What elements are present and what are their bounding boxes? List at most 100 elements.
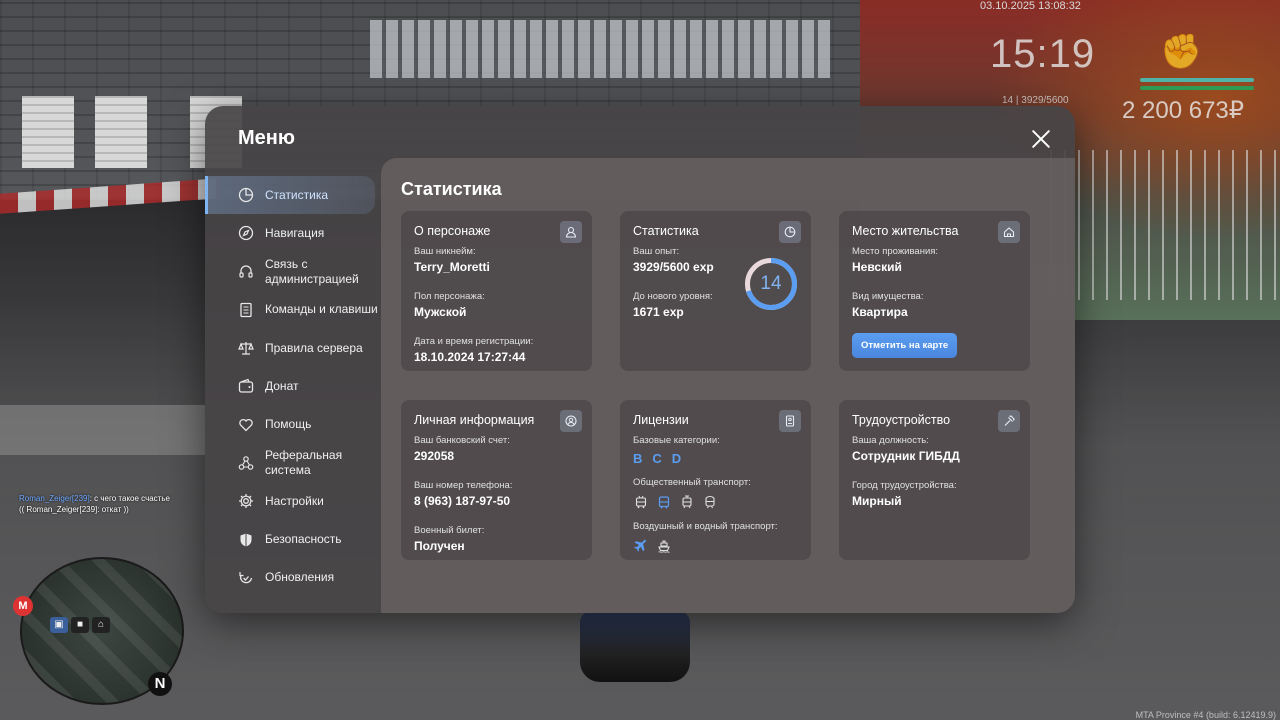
field-label: Вид имущества: <box>852 291 924 302</box>
close-icon[interactable] <box>1029 127 1053 151</box>
field-label: Военный билет: <box>414 525 485 536</box>
menu-sidebar: Статистика Навигация Связь с администрац… <box>205 176 381 597</box>
background-fence <box>1050 150 1280 300</box>
field-label: Пол персонажа: <box>414 291 485 302</box>
sidebar-item-commands[interactable]: Команды и клавиши <box>205 291 381 329</box>
sidebar-item-help[interactable]: Помощь <box>205 406 381 444</box>
background-windows <box>370 20 830 78</box>
chat-log: Roman_Zeiger[239]: с чего такое счастье … <box>19 493 170 515</box>
field-label: Общественный транспорт: <box>633 477 751 488</box>
field-label: Ваш номер телефона: <box>414 480 513 491</box>
card-title: О персонаже <box>414 224 491 238</box>
job-city-value: Мирный <box>852 494 902 508</box>
field-label: Базовые категории: <box>633 435 720 446</box>
sidebar-item-admin-contact[interactable]: Связь с администрацией <box>205 253 381 291</box>
card-employment: Трудоустройство Ваша должность: Сотрудни… <box>839 400 1030 560</box>
sidebar-item-navigation[interactable]: Навигация <box>205 214 381 252</box>
hud-armor-bar <box>1140 86 1254 90</box>
player-marker-icon: ▣ <box>50 617 68 633</box>
chat-line: (( Roman_Zeiger[239]: откат )) <box>19 504 170 515</box>
sidebar-item-settings[interactable]: Настройки <box>205 482 381 520</box>
heart-hands-icon <box>238 417 254 433</box>
gear-icon <box>238 493 254 509</box>
metro-icon: M <box>13 596 33 616</box>
bank-account-value: 292058 <box>414 449 455 463</box>
license-categories: B C D <box>633 451 798 466</box>
sidebar-item-referral[interactable]: Реферальная система <box>205 444 381 482</box>
sidebar-item-label: Связь с администрацией <box>265 256 359 286</box>
build-info: MTA Province #4 (build: 6.12419.9) <box>1135 710 1276 720</box>
trolleybus-icon <box>633 494 649 510</box>
residence-place-value: Невский <box>852 260 902 274</box>
nickname-value: Terry_Moretti <box>414 260 490 274</box>
license-category: C <box>652 451 662 466</box>
card-character: О персонаже Ваш никнейм: Terry_Moretti П… <box>401 211 592 371</box>
user-icon <box>560 221 582 243</box>
card-personal-info: Личная информация Ваш банковский счет: 2… <box>401 400 592 560</box>
sidebar-item-label: Донат <box>265 378 299 393</box>
field-label: Ваш банковский счет: <box>414 435 510 446</box>
job-position-value: Сотрудник ГИБДД <box>852 449 960 463</box>
scales-icon <box>238 340 254 356</box>
pie-chart-icon <box>238 187 254 203</box>
gender-value: Мужской <box>414 305 467 319</box>
sidebar-item-statistics[interactable]: Статистика <box>205 176 375 214</box>
card-residence: Место жительства Место проживания: Невск… <box>839 211 1030 371</box>
sidebar-item-label: Помощь <box>265 417 312 432</box>
sidebar-item-donate[interactable]: Донат <box>205 367 381 405</box>
sidebar-item-label: Статистика <box>265 187 329 202</box>
background-garage-door <box>22 96 74 168</box>
chat-text: (( Roman_Zeiger[239]: откат )) <box>19 505 129 514</box>
air-water-transport-icons <box>633 538 798 554</box>
hud-status-bars <box>1140 78 1254 94</box>
chat-text: : с чего такое счастье <box>89 494 170 503</box>
airplane-icon <box>633 538 649 554</box>
card-title: Статистика <box>633 224 699 238</box>
background-garage-door <box>95 96 147 168</box>
sidebar-item-security[interactable]: Безопасность <box>205 521 381 559</box>
public-transport-icons <box>633 494 798 510</box>
headset-icon <box>238 264 254 280</box>
card-title: Место жительства <box>852 224 959 238</box>
card-title: Лицензии <box>633 413 689 427</box>
house-icon: ⌂ <box>92 617 110 633</box>
sidebar-item-label: Обновления <box>265 570 335 585</box>
sidebar-item-rules[interactable]: Правила сервера <box>205 329 381 367</box>
hud-datetime: 03.10.2025 13:08:32 <box>980 0 1081 12</box>
hammer-icon <box>998 410 1020 432</box>
card-statistics: Статистика Ваш опыт: 3929/5600 exp До но… <box>620 211 811 371</box>
license-card-icon <box>779 410 801 432</box>
boat-icon <box>656 538 672 554</box>
license-category: D <box>671 451 682 466</box>
property-type-value: Квартира <box>852 305 908 319</box>
sidebar-item-label: Реферальная система <box>265 448 343 478</box>
shield-icon <box>238 532 254 548</box>
hud-money: 2 200 673₽ <box>1122 97 1245 124</box>
document-icon <box>238 302 254 318</box>
field-label: Ваша должность: <box>852 435 929 446</box>
field-label: Город трудоустройства: <box>852 480 957 491</box>
level-number: 14 <box>760 273 782 294</box>
user-circle-icon <box>560 410 582 432</box>
field-label: Воздушный и водный транспорт: <box>633 521 778 532</box>
sidebar-item-label: Безопасность <box>265 532 342 547</box>
mark-on-map-button[interactable]: Отметить на карте <box>852 333 958 358</box>
north-compass-icon: N <box>148 672 172 696</box>
card-title: Трудоустройство <box>852 413 951 427</box>
refresh-check-icon <box>238 570 254 586</box>
menu-title: Меню <box>238 127 295 149</box>
pie-chart-icon <box>779 221 801 243</box>
house-icon <box>998 221 1020 243</box>
content-title: Статистика <box>401 179 502 199</box>
menu-window: Меню Статистика Навигация Связь с админи… <box>205 106 1075 613</box>
network-icon <box>238 455 254 471</box>
chat-nick: Roman_Zeiger[239] <box>19 494 90 503</box>
registration-value: 18.10.2024 17:27:44 <box>414 350 526 364</box>
card-title: Личная информация <box>414 413 535 427</box>
field-label: Ваш никнейм: <box>414 246 476 257</box>
sidebar-item-updates[interactable]: Обновления <box>205 559 381 597</box>
sidebar-item-label: Настройки <box>265 493 324 508</box>
sidebar-item-label: Навигация <box>265 225 325 240</box>
compass-icon <box>238 225 254 241</box>
hud-xp: 14 | 3929/5600 <box>1002 95 1069 106</box>
